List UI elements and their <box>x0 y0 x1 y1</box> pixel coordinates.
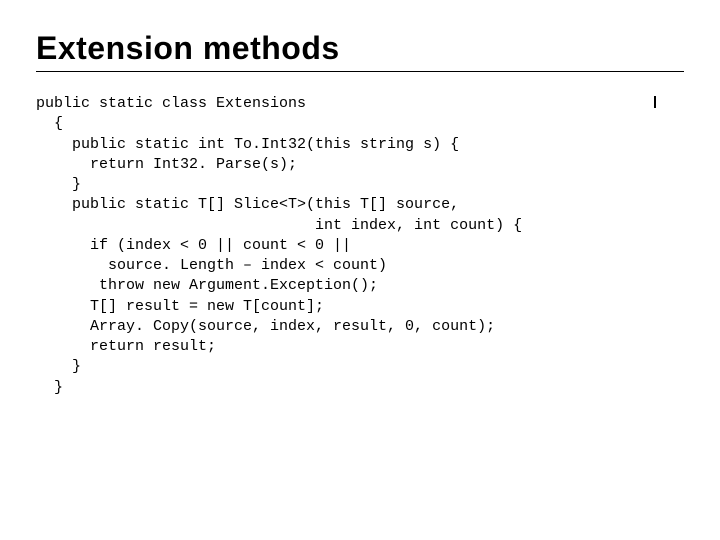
title-rule <box>36 71 684 72</box>
code-block: public static class Extensions { public … <box>36 94 684 398</box>
slide-title: Extension methods <box>36 30 684 67</box>
rule-tick-mark <box>654 96 656 108</box>
